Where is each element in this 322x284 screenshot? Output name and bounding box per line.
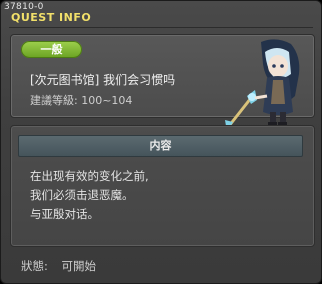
window-title: QUEST INFO — [11, 11, 92, 24]
status-label: 狀態: — [21, 259, 48, 273]
title-divider — [9, 27, 313, 28]
content-header: 内容 — [18, 135, 303, 157]
description-line: 在出现有效的变化之前, — [30, 169, 149, 183]
quest-type-badge: 一般 — [21, 41, 82, 58]
npc-character-icon — [225, 39, 300, 132]
quest-name: [次元图书馆] 我们会习惯吗 — [30, 73, 176, 87]
quest-description: 在出现有效的变化之前, 我们必须击退恶魔。 与亚殷对话。 — [30, 167, 149, 224]
status-value: 可開始 — [61, 259, 97, 273]
description-line: 与亚殷对话。 — [30, 207, 99, 221]
recommended-level: 建議等級: 100~104 — [30, 94, 133, 107]
quest-status: 狀態: 可開始 — [21, 258, 96, 274]
quest-info-window: 37810-0 QUEST INFO 一般 [次元图书馆] 我们会习惯吗 建議等… — [0, 0, 322, 284]
description-line: 我们必须击退恶魔。 — [30, 188, 134, 202]
